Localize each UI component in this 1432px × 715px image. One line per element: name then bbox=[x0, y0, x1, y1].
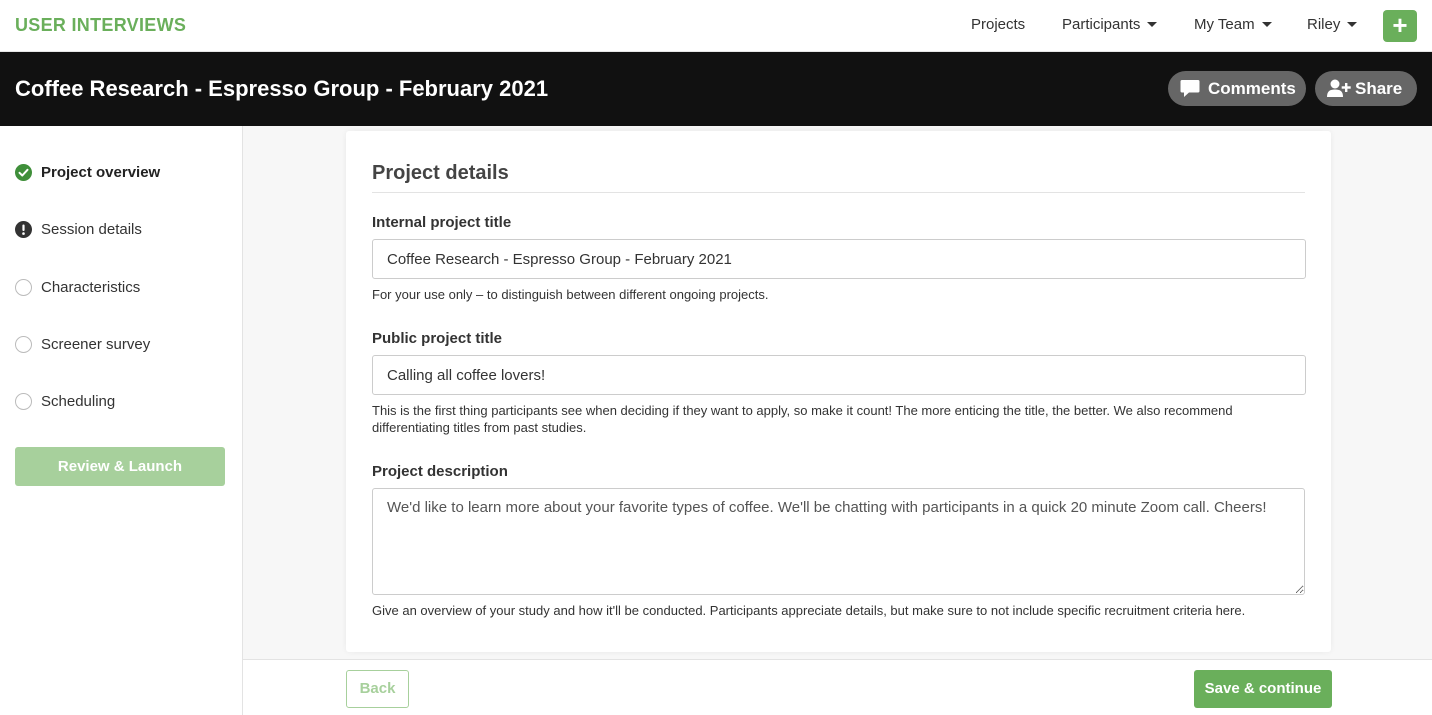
nav-projects-link[interactable]: Projects bbox=[971, 16, 1025, 33]
share-label: Share bbox=[1355, 79, 1403, 98]
internal-title-input[interactable] bbox=[372, 239, 1306, 279]
step-label: Session details bbox=[41, 221, 142, 238]
top-navbar: USER INTERVIEWS Projects Participants My… bbox=[0, 0, 1432, 52]
divider bbox=[372, 192, 1305, 193]
caret-down-icon bbox=[1347, 21, 1358, 27]
project-title: Coffee Research - Espresso Group - Febru… bbox=[15, 76, 549, 101]
nav-participants-label: Participants bbox=[1062, 16, 1141, 33]
nav-user-dropdown[interactable]: Riley bbox=[1307, 16, 1358, 33]
plus-icon: + bbox=[1392, 10, 1408, 40]
caret-down-icon bbox=[1147, 21, 1158, 27]
nav-my-team-label: My Team bbox=[1194, 16, 1255, 33]
project-details-card: Project details Internal project title F… bbox=[346, 131, 1331, 652]
internal-title-label: Internal project title bbox=[372, 214, 512, 231]
step-label: Screener survey bbox=[41, 336, 151, 353]
comments-label: Comments bbox=[1208, 79, 1296, 98]
caret-down-icon bbox=[1261, 21, 1272, 27]
step-label: Scheduling bbox=[41, 393, 116, 410]
save-continue-button[interactable]: Save & continue bbox=[1194, 670, 1332, 708]
add-user-icon bbox=[1327, 79, 1351, 97]
public-title-label: Public project title bbox=[372, 330, 503, 347]
description-label: Project description bbox=[372, 463, 508, 480]
public-title-input[interactable] bbox=[372, 355, 1306, 395]
check-circle-icon bbox=[15, 164, 32, 181]
comment-icon bbox=[1180, 80, 1200, 97]
internal-title-help: For your use only – to distinguish betwe… bbox=[372, 287, 769, 302]
exclamation-circle-icon bbox=[15, 221, 32, 238]
footer-bar: Back Save & continue bbox=[243, 659, 1432, 715]
nav-participants-dropdown[interactable]: Participants bbox=[1062, 16, 1158, 33]
brand-logo[interactable]: USER INTERVIEWS bbox=[15, 15, 186, 36]
nav-my-team-dropdown[interactable]: My Team bbox=[1194, 16, 1272, 33]
public-title-help: This is the first thing participants see… bbox=[372, 403, 1233, 435]
share-button[interactable]: Share bbox=[1315, 71, 1417, 106]
steps-sidebar: Project overview Session details Charact… bbox=[0, 126, 243, 715]
step-label: Characteristics bbox=[41, 279, 141, 296]
empty-circle-icon bbox=[15, 336, 32, 353]
description-textarea[interactable]: We'd like to learn more about your favor… bbox=[372, 488, 1305, 595]
empty-circle-icon bbox=[15, 279, 32, 296]
comments-button[interactable]: Comments bbox=[1168, 71, 1306, 106]
step-label: Project overview bbox=[41, 164, 161, 181]
review-launch-button[interactable]: Review & Launch bbox=[15, 447, 225, 486]
empty-circle-icon bbox=[15, 393, 32, 410]
description-help: Give an overview of your study and how i… bbox=[372, 603, 1246, 618]
project-header: Coffee Research - Espresso Group - Febru… bbox=[0, 52, 1432, 126]
nav-user-label: Riley bbox=[1307, 16, 1341, 33]
section-heading: Project details bbox=[372, 162, 509, 184]
back-button[interactable]: Back bbox=[346, 670, 409, 708]
add-project-button[interactable]: + bbox=[1383, 10, 1417, 42]
